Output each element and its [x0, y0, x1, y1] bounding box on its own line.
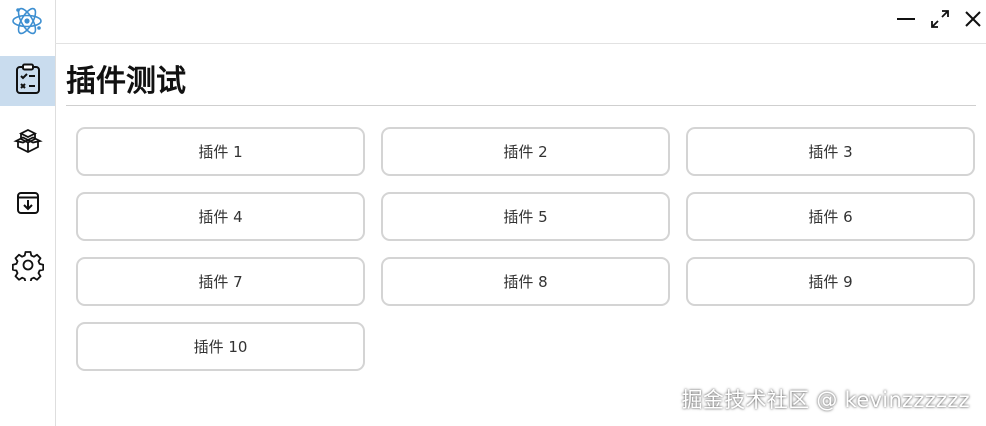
sidebar — [0, 0, 56, 426]
plugin-button-10[interactable]: 插件 10 — [76, 322, 365, 371]
watermark-text: 掘金技术社区 @ kevinzzzzzz — [681, 388, 970, 412]
plugin-button-7[interactable]: 插件 7 — [76, 257, 365, 306]
sidebar-item-settings[interactable] — [0, 242, 55, 292]
atom-logo-icon — [8, 4, 46, 38]
plugin-button-4[interactable]: 插件 4 — [76, 192, 365, 241]
maximize-icon — [929, 10, 951, 34]
plugin-button-6[interactable]: 插件 6 — [686, 192, 975, 241]
plugin-button-9[interactable]: 插件 9 — [686, 257, 975, 306]
plugin-button-1[interactable]: 插件 1 — [76, 127, 365, 176]
maximize-button[interactable] — [929, 8, 951, 30]
plugin-button-2[interactable]: 插件 2 — [381, 127, 670, 176]
title-divider — [66, 105, 976, 106]
page-title: 插件测试 — [66, 64, 186, 99]
download-box-icon — [14, 189, 42, 221]
close-icon — [962, 11, 984, 34]
sidebar-item-plugin-test[interactable] — [0, 56, 55, 106]
clipboard-checklist-icon — [13, 63, 43, 99]
gear-icon — [11, 249, 44, 285]
plugin-button-3[interactable]: 插件 3 — [686, 127, 975, 176]
plugin-button-8[interactable]: 插件 8 — [381, 257, 670, 306]
titlebar-divider — [55, 43, 986, 44]
close-button[interactable] — [962, 8, 984, 30]
minimize-button[interactable] — [895, 8, 917, 30]
sidebar-item-downloads[interactable] — [0, 180, 55, 230]
sidebar-item-packages[interactable] — [0, 118, 55, 168]
minimize-icon — [895, 15, 917, 34]
plugin-grid: 插件 1 插件 2 插件 3 插件 4 插件 5 插件 6 插件 7 插件 8 … — [76, 127, 975, 371]
plugin-button-5[interactable]: 插件 5 — [381, 192, 670, 241]
package-icon — [12, 126, 43, 160]
